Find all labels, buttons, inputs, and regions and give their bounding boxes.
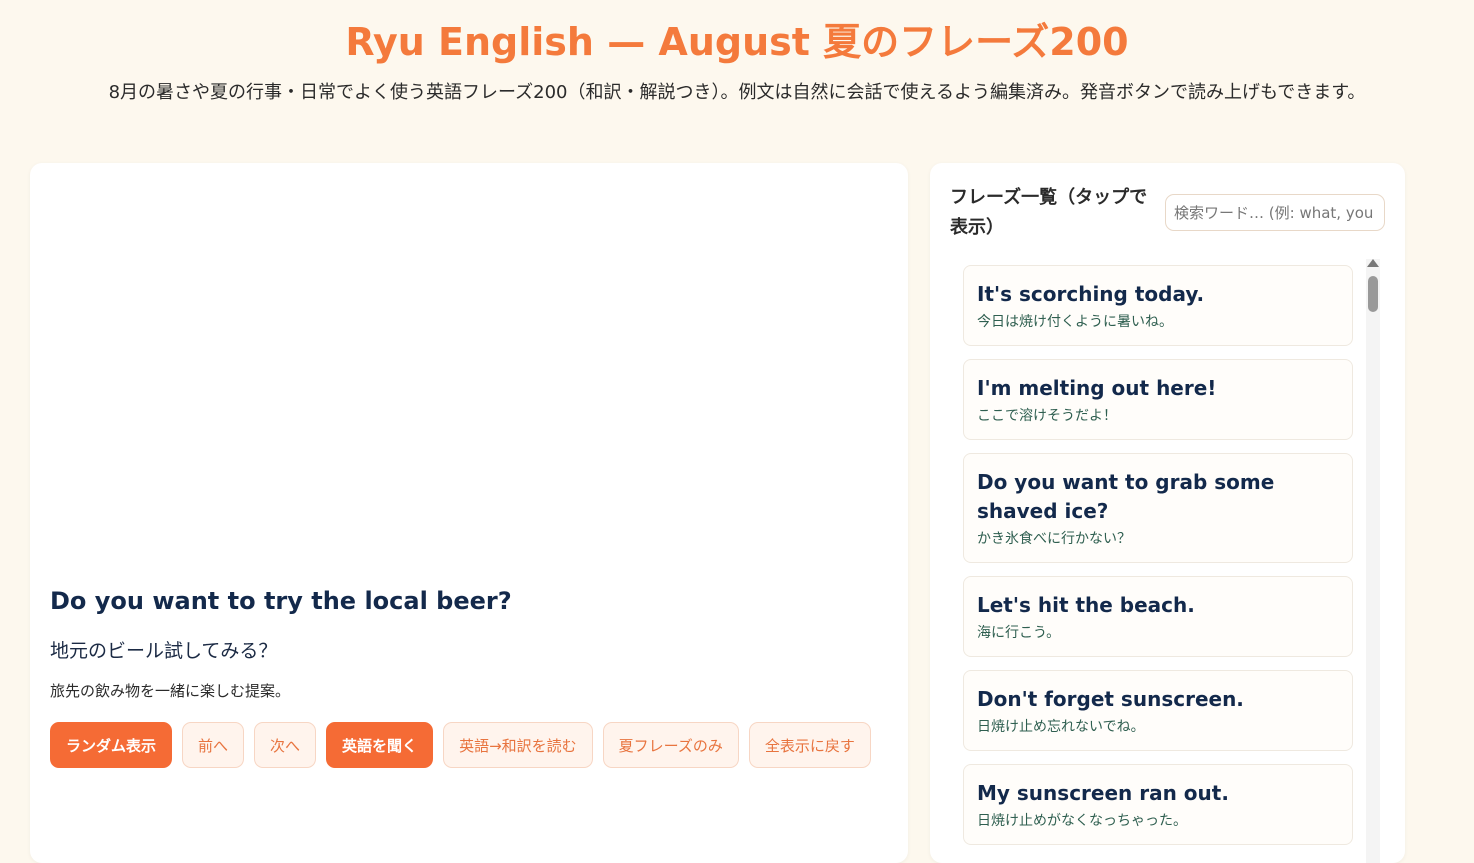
page-title: Ryu English — August 夏のフレーズ200 bbox=[345, 20, 1129, 64]
phrase-list-item-japanese: 海に行こう。 bbox=[977, 625, 1061, 641]
phrase-list-title: フレーズ一覧（タップで表示） bbox=[950, 187, 1148, 238]
control-buttons: ランダム表示 前へ 次へ 英語を聞く 英語→和訳を読む 夏フレーズのみ 全表示に… bbox=[50, 722, 890, 768]
current-phrase-english: Do you want to try the local beer? bbox=[50, 587, 512, 615]
phrase-list-item-japanese: 今日は焼け付くように暑いね。 bbox=[977, 314, 1173, 330]
scroll-up-arrow-icon[interactable] bbox=[1367, 259, 1379, 267]
current-phrase-note: 旅先の飲み物を一緒に楽しむ提案。 bbox=[50, 682, 291, 700]
phrase-list-item-japanese: かき氷食べに行かない？ bbox=[977, 531, 1131, 547]
phrase-list-panel: フレーズ一覧（タップで表示） It's scorching today. 今日は… bbox=[930, 163, 1405, 863]
phrase-list-item-english: Let's hit the beach. bbox=[977, 593, 1195, 617]
read-english-japanese-button[interactable]: 英語→和訳を読む bbox=[443, 722, 593, 768]
phrase-list-item-japanese: ここで溶けそうだよ！ bbox=[977, 408, 1117, 424]
page-subtitle: 8月の暑さや夏の行事・日常でよく使う英語フレーズ200（和訳・解説つき）。例文は… bbox=[108, 82, 1366, 103]
phrase-list-item-english: Do you want to grab some shaved ice? bbox=[977, 470, 1275, 523]
phrase-list-item-english: I'm melting out here! bbox=[977, 376, 1217, 400]
phrase-list-item-english: My sunscreen ran out. bbox=[977, 781, 1229, 805]
phrase-list-item-japanese: 日焼け止め忘れないでね。 bbox=[977, 719, 1145, 735]
show-all-button[interactable]: 全表示に戻す bbox=[748, 722, 871, 768]
scrollbar-thumb[interactable] bbox=[1368, 276, 1378, 312]
phrase-list: It's scorching today. 今日は焼け付くように暑いね。 I'm… bbox=[963, 265, 1353, 858]
phrase-list-item[interactable]: Let's hit the beach. 海に行こう。 bbox=[963, 576, 1353, 657]
phrase-card: Do you want to try the local beer? 地元のビー… bbox=[30, 163, 908, 863]
phrase-list-scrollbar[interactable] bbox=[1366, 259, 1380, 863]
phrase-list-item[interactable]: My sunscreen ran out. 日焼け止めがなくなっちゃった。 bbox=[963, 764, 1353, 845]
phrase-list-item[interactable]: Do you want to grab some shaved ice? かき氷… bbox=[963, 453, 1353, 563]
phrase-list-item[interactable]: Don't forget sunscreen. 日焼け止め忘れないでね。 bbox=[963, 670, 1353, 751]
listen-english-button[interactable]: 英語を聞く bbox=[326, 722, 434, 768]
phrase-list-item-english: Don't forget sunscreen. bbox=[977, 687, 1244, 711]
next-button[interactable]: 次へ bbox=[254, 722, 317, 768]
prev-button[interactable]: 前へ bbox=[182, 722, 245, 768]
phrase-list-item[interactable]: I'm melting out here! ここで溶けそうだよ！ bbox=[963, 359, 1353, 440]
phrase-list-item-japanese: 日焼け止めがなくなっちゃった。 bbox=[977, 813, 1187, 829]
summer-only-button[interactable]: 夏フレーズのみ bbox=[602, 722, 739, 768]
random-button[interactable]: ランダム表示 bbox=[50, 722, 173, 768]
phrase-list-item-english: It's scorching today. bbox=[977, 282, 1205, 306]
page-header: Ryu English — August 夏のフレーズ200 8月の暑さや夏の行… bbox=[0, 0, 1474, 107]
search-input[interactable] bbox=[1165, 194, 1385, 231]
current-phrase-japanese: 地元のビール試してみる？ bbox=[50, 640, 278, 662]
phrase-list-item[interactable]: It's scorching today. 今日は焼け付くように暑いね。 bbox=[963, 265, 1353, 346]
